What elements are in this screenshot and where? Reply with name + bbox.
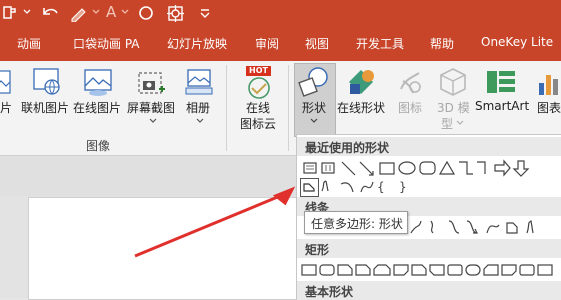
ribbon-tabs: 动画 口袋动画 PA 幻灯片放映 审阅 视图 开发工具 帮助 OneKey Li… bbox=[0, 26, 561, 61]
freeform-tooltip: 任意多边形: 形状 bbox=[304, 211, 408, 234]
tab-slideshow[interactable]: 幻灯片放映 bbox=[167, 35, 227, 52]
tab-pocket-animation[interactable]: 口袋动画 PA bbox=[73, 35, 140, 52]
chart-button[interactable]: 图表 bbox=[537, 99, 561, 116]
3d-model-button-line1[interactable]: 3D 模 bbox=[437, 99, 470, 116]
format-painter-icon[interactable] bbox=[2, 5, 22, 21]
online-picture-icon bbox=[33, 68, 60, 95]
tab-animation[interactable]: 动画 bbox=[17, 35, 41, 52]
tab-view[interactable]: 视图 bbox=[305, 35, 329, 52]
rectangles-header: 矩形 bbox=[297, 239, 561, 258]
tab-developer[interactable]: 开发工具 bbox=[356, 35, 404, 52]
pen-icon[interactable] bbox=[68, 4, 90, 22]
online-image-button[interactable]: 在线图片 bbox=[73, 99, 121, 116]
tab-review[interactable]: 审阅 bbox=[255, 35, 279, 52]
recent-shapes-row-1 bbox=[303, 159, 530, 177]
target-icon[interactable] bbox=[166, 4, 186, 22]
images-group-label: 图像 bbox=[86, 139, 111, 153]
chart-icon bbox=[539, 75, 558, 95]
chevron-down-icon[interactable] bbox=[455, 119, 465, 127]
shapes-button-label[interactable]: 形状 bbox=[302, 99, 326, 116]
chevron-down-icon[interactable] bbox=[22, 7, 32, 17]
shapes-icon bbox=[298, 67, 328, 97]
online-icon-line1[interactable]: 在线 bbox=[246, 99, 270, 116]
group-divider bbox=[226, 65, 227, 151]
online-image-icon bbox=[84, 69, 112, 96]
online-shapes-button[interactable]: 在线形状 bbox=[337, 99, 385, 116]
chevron-down-icon[interactable] bbox=[195, 117, 205, 125]
3d-model-icon bbox=[440, 68, 466, 96]
basic-shapes-header: 基本形状 bbox=[297, 281, 561, 300]
svg-text:}: } bbox=[399, 180, 407, 194]
lines-row bbox=[410, 220, 534, 234]
recent-shapes-row-2: { } bbox=[321, 180, 407, 194]
screenshot-icon bbox=[138, 72, 165, 94]
freeform-shape-icon bbox=[303, 183, 315, 192]
tab-onekey-lite[interactable]: OneKey Lite bbox=[481, 35, 553, 49]
workspace-top-band bbox=[0, 156, 296, 196]
chevron-down-icon[interactable] bbox=[120, 7, 130, 17]
slide-canvas[interactable] bbox=[28, 197, 330, 300]
qat-more-icon[interactable] bbox=[199, 6, 211, 20]
recent-shapes-header: 最近使用的形状 bbox=[297, 137, 561, 156]
tab-help[interactable]: 帮助 bbox=[430, 35, 454, 52]
group-divider bbox=[288, 65, 289, 151]
online-shapes-icon bbox=[349, 70, 374, 94]
undo-icon[interactable] bbox=[41, 4, 61, 22]
circle-icon[interactable] bbox=[138, 5, 154, 21]
rectangles-row bbox=[301, 264, 553, 276]
photo-album-button[interactable]: 相册 bbox=[186, 99, 210, 116]
icons-icon bbox=[400, 72, 421, 94]
svg-text:{: { bbox=[377, 180, 385, 194]
chevron-down-icon[interactable] bbox=[91, 7, 101, 17]
online-icon-line2[interactable]: 图标云 bbox=[240, 115, 276, 132]
icons-button[interactable]: 图标 bbox=[398, 99, 422, 116]
chevron-down-icon[interactable] bbox=[309, 117, 319, 125]
photo-album-icon bbox=[185, 69, 213, 95]
smartart-button[interactable]: SmartArt bbox=[475, 99, 529, 113]
quick-access-toolbar: A bbox=[0, 0, 561, 26]
picture-button-label[interactable]: 片 bbox=[0, 99, 12, 116]
font-color-icon[interactable]: A bbox=[106, 3, 116, 21]
picture-icon bbox=[0, 70, 11, 94]
screenshot-button[interactable]: 屏幕截图 bbox=[127, 99, 175, 116]
chevron-down-icon[interactable] bbox=[148, 117, 158, 125]
smartart-icon bbox=[487, 71, 515, 93]
linked-picture-button[interactable]: 联机图片 bbox=[21, 99, 69, 116]
3d-model-button-line2[interactable]: 型 bbox=[441, 115, 453, 132]
